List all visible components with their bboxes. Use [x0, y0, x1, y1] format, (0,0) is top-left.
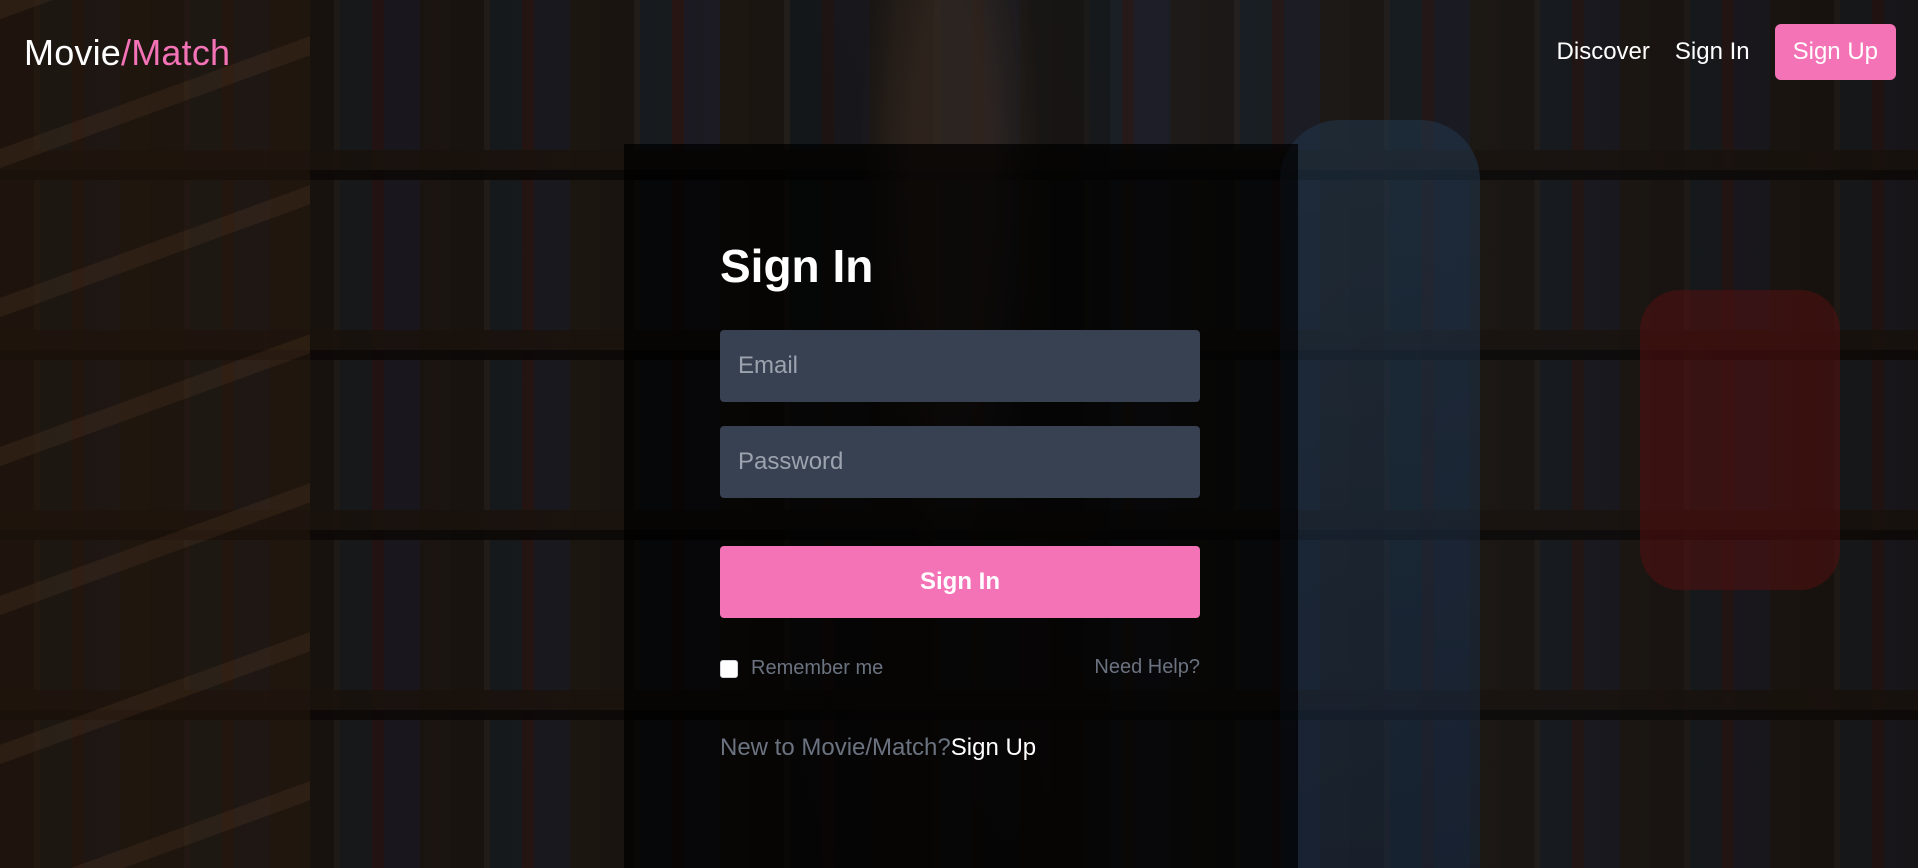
nav-discover-link[interactable]: Discover — [1557, 38, 1650, 66]
signup-prompt-text: New to Movie/Match? — [720, 734, 951, 761]
remember-me-row: Remember me — [720, 657, 883, 680]
nav-sign-up-button[interactable]: Sign Up — [1774, 24, 1896, 80]
page-title: Sign In — [720, 240, 874, 292]
password-field[interactable] — [720, 426, 1200, 498]
logo-main-text: Movie — [24, 32, 122, 73]
signup-prompt-row: New to Movie/Match?Sign Up — [720, 734, 1036, 762]
top-nav: Discover Sign In Sign Up — [1557, 24, 1896, 80]
nav-sign-in-link[interactable]: Sign In — [1675, 38, 1750, 66]
sign-in-submit-button[interactable]: Sign In — [720, 546, 1200, 618]
remember-me-checkbox[interactable] — [720, 659, 738, 678]
need-help-link[interactable]: Need Help? — [1094, 656, 1200, 679]
remember-me-label[interactable]: Remember me — [751, 657, 883, 680]
email-field[interactable] — [720, 330, 1200, 402]
signup-link[interactable]: Sign Up — [951, 734, 1036, 761]
sign-in-panel: Sign In Sign In Remember me Need Help? N… — [624, 144, 1298, 868]
logo-accent-text: /Match — [121, 32, 231, 73]
site-logo[interactable]: Movie/Match — [24, 32, 230, 74]
